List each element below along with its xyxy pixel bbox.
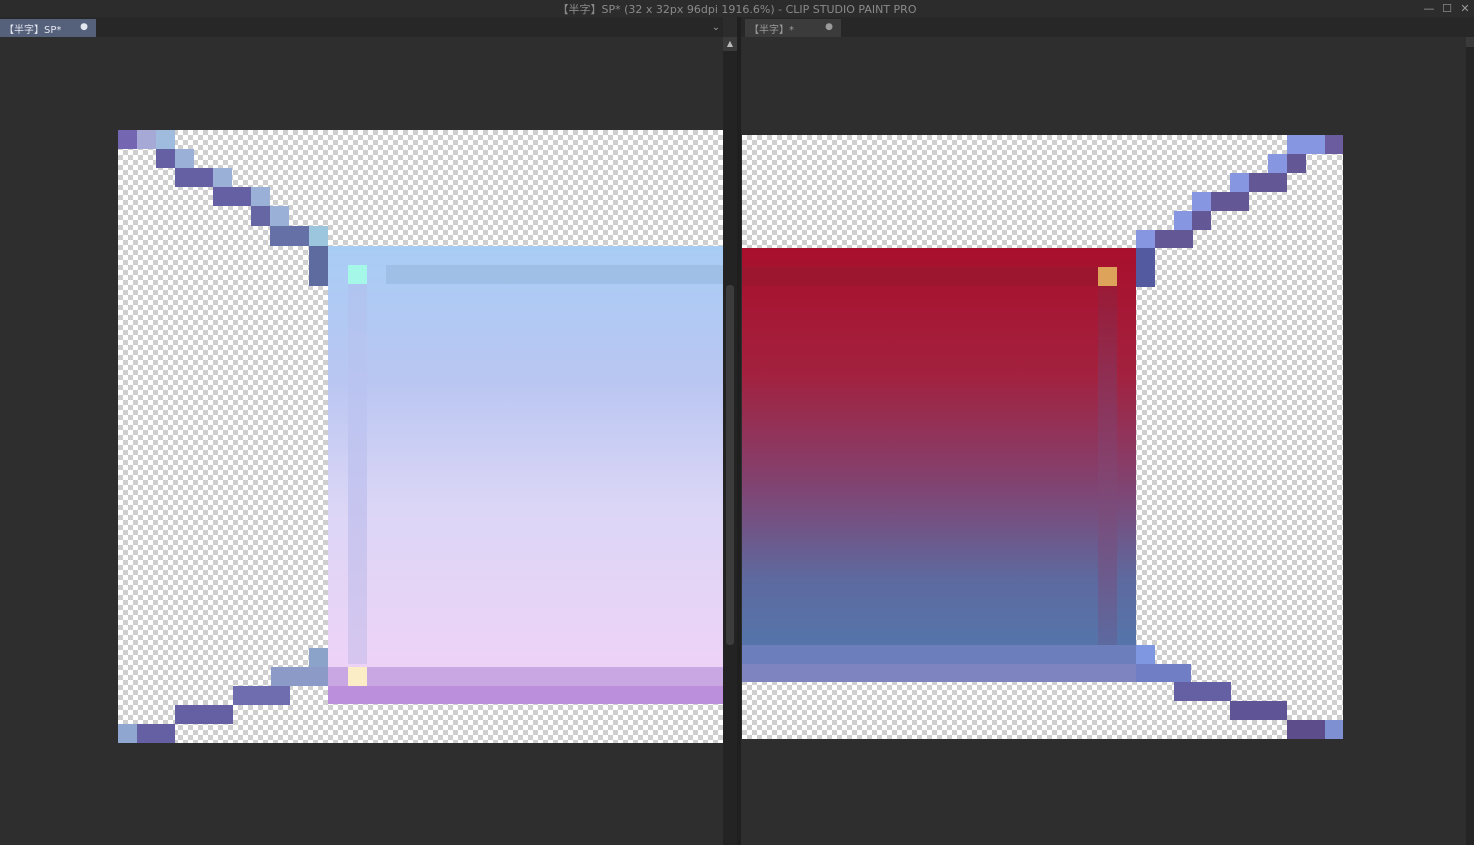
diagonal-pixel (118, 130, 137, 149)
diagonal-pixel (1325, 720, 1343, 739)
inner-top-stripe (386, 265, 723, 284)
left-drawing-canvas[interactable] (118, 130, 723, 743)
diagonal-pixel (251, 206, 270, 226)
diagonal-pixel (1287, 720, 1325, 739)
diagonal-pixel (137, 724, 175, 743)
diagonal-pixel (156, 130, 175, 149)
diagonal-pixel (175, 705, 233, 724)
diagonal-pixel (137, 130, 156, 149)
tab-close-dot-icon[interactable]: ● (825, 22, 833, 32)
inner-top-stripe (742, 267, 1098, 286)
scrollbar-thumb[interactable] (726, 285, 734, 645)
diagonal-pixel (1325, 135, 1343, 154)
diagonal-pixel (1136, 645, 1155, 664)
diagonal-pixel (1136, 664, 1191, 682)
right-vertical-scrollbar[interactable] (1466, 37, 1474, 845)
diagonal-pixel (175, 168, 213, 187)
right-tab-strip: 【半字】* ● (741, 17, 1474, 37)
tab-close-dot-icon[interactable]: ● (80, 22, 88, 32)
diagonal-pixel (1155, 230, 1193, 248)
gradient-square (742, 248, 1136, 664)
bottom-band-dark (328, 686, 723, 704)
title-bar: 【半字】SP* (32 x 32px 96dpi 1916.6%) - CLIP… (0, 0, 1474, 17)
close-icon[interactable]: ✕ (1456, 0, 1474, 17)
left-vertical-scrollbar[interactable]: ▲ (723, 37, 737, 845)
tab-document-sp[interactable]: 【半字】SP* ● (0, 19, 96, 37)
tab-label: 【半字】SP* (4, 24, 62, 36)
diagonal-pixel (1211, 192, 1249, 211)
inner-left-stripe (348, 284, 367, 664)
bottom-band (742, 645, 1136, 664)
bottom-band-dark (742, 664, 1136, 682)
diagonal-pixel (309, 648, 328, 667)
diagonal-pixel (309, 226, 328, 246)
maximize-icon[interactable]: ☐ (1438, 0, 1456, 17)
diagonal-pixel (1230, 173, 1249, 192)
diagonal-pixel (175, 149, 194, 168)
tab-label: 【半字】* (749, 24, 794, 36)
diagonal-pixel (213, 187, 251, 206)
diagonal-pixel (1287, 135, 1325, 154)
diagonal-pixel (1174, 682, 1231, 701)
diagonal-pixel (1249, 173, 1287, 192)
corner-pixel-cyan (348, 265, 367, 284)
left-canvas-pane[interactable]: 【半字】SP* ● ⌄ (0, 17, 723, 845)
corner-pixel-cream (348, 667, 367, 686)
diagonal-pixel (118, 724, 137, 743)
scroll-up-arrow-icon[interactable] (1466, 37, 1474, 47)
diagonal-pixel (233, 686, 290, 705)
diagonal-pixel (1287, 154, 1306, 173)
diagonal-pixel (156, 149, 175, 168)
diagonal-pixel (1174, 211, 1192, 230)
diagonal-pixel (271, 667, 328, 686)
minimize-icon[interactable]: — (1420, 0, 1438, 17)
diagonal-pixel (1192, 211, 1211, 230)
tab-document-half[interactable]: 【半字】* ● (745, 19, 841, 37)
right-canvas-pane[interactable]: 【半字】* ● (741, 17, 1474, 845)
gradient-square (328, 246, 723, 686)
diagonal-pixel (1136, 248, 1155, 287)
window-title: 【半字】SP* (32 x 32px 96dpi 1916.6%) - CLIP… (557, 2, 917, 16)
corner-pixel-gold (1098, 267, 1117, 286)
diagonal-pixel (1192, 192, 1211, 211)
window-controls: — ☐ ✕ (1420, 0, 1474, 17)
left-tab-strip: 【半字】SP* ● ⌄ (0, 17, 723, 37)
diagonal-pixel (1268, 154, 1287, 173)
diagonal-pixel (251, 187, 270, 206)
bottom-band (328, 667, 723, 686)
tab-list-dropdown-icon[interactable]: ⌄ (709, 19, 723, 37)
square-left-edge (309, 246, 328, 286)
diagonal-pixel (270, 206, 289, 226)
diagonal-pixel (1136, 230, 1155, 248)
diagonal-pixel (270, 226, 309, 246)
right-drawing-canvas[interactable] (742, 135, 1343, 739)
diagonal-pixel (1230, 701, 1287, 720)
scroll-up-arrow-icon[interactable]: ▲ (723, 37, 737, 51)
diagonal-pixel (213, 168, 232, 187)
inner-right-stripe (1098, 286, 1117, 646)
